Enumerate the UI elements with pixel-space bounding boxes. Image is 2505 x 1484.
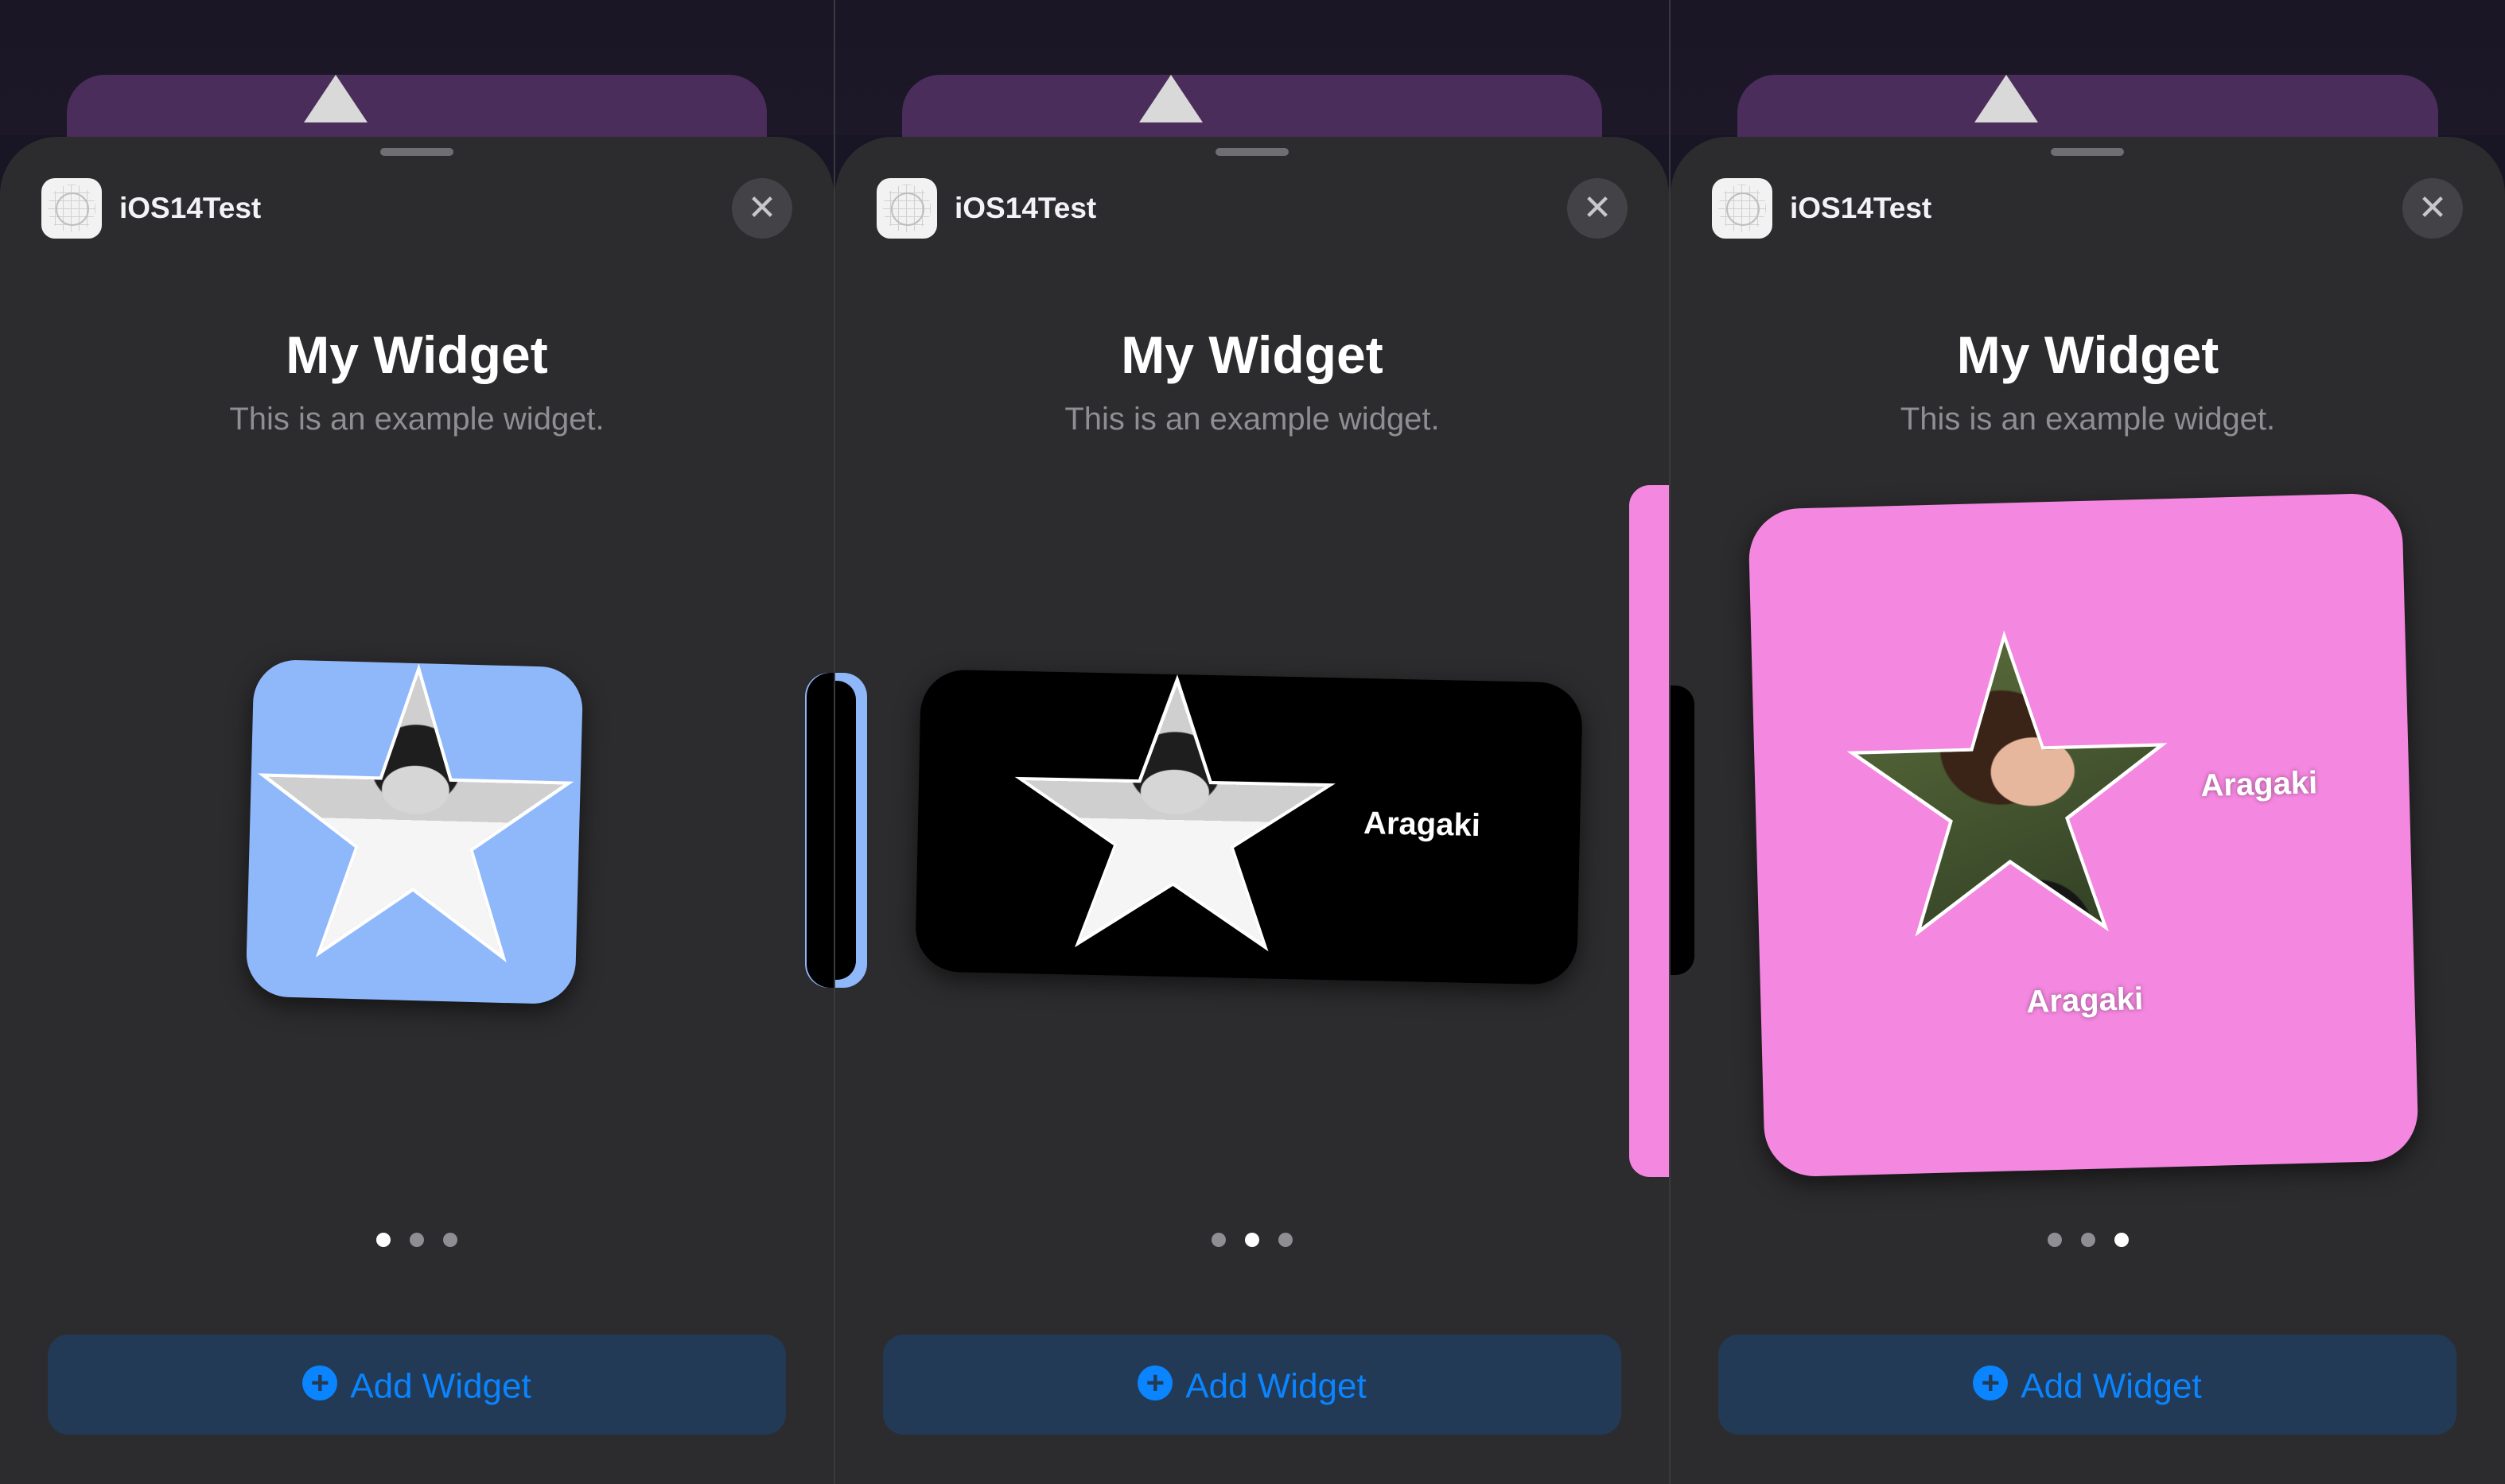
star-photo: [1849, 637, 2169, 957]
widget-title: My Widget: [1956, 325, 2219, 384]
page-dot-3[interactable]: [443, 1233, 457, 1247]
add-widget-label: Add Widget: [1185, 1366, 1367, 1406]
add-widget-label: Add Widget: [2021, 1366, 2202, 1406]
previous-widget-peek-black[interactable]: [835, 681, 856, 980]
page-dot-2[interactable]: [410, 1233, 424, 1247]
sheet-grabber[interactable]: [380, 148, 453, 156]
app-icon: [877, 178, 937, 239]
page-indicator[interactable]: [0, 1233, 834, 1251]
previous-widget-peek[interactable]: [1671, 686, 1694, 975]
close-button[interactable]: ✕: [1567, 178, 1628, 239]
close-icon: ✕: [1582, 188, 1612, 227]
widget-caption: Aragaki: [2025, 981, 2144, 1020]
close-button[interactable]: ✕: [2402, 178, 2463, 239]
screen-1: iOS14Test ✕ My Widget This is an example…: [0, 0, 834, 1484]
next-widget-peek-black[interactable]: [807, 673, 834, 988]
widget-description: This is an example widget.: [1900, 402, 2276, 437]
page-dot-3[interactable]: [2114, 1233, 2129, 1247]
widget-description: This is an example widget.: [1064, 402, 1440, 437]
page-indicator[interactable]: [1671, 1233, 2505, 1251]
app-icon: [1712, 178, 1772, 239]
app-name: iOS14Test: [1790, 192, 1932, 224]
widget-title: My Widget: [286, 325, 548, 384]
app-name: iOS14Test: [119, 192, 262, 224]
page-dot-1[interactable]: [1212, 1233, 1226, 1247]
page-dot-1[interactable]: [2047, 1233, 2062, 1247]
close-button[interactable]: ✕: [732, 178, 792, 239]
next-widget-peek[interactable]: [1629, 485, 1669, 1177]
add-widget-button[interactable]: + Add Widget: [1718, 1334, 2456, 1435]
add-widget-button[interactable]: + Add Widget: [883, 1334, 1621, 1435]
star-photo: [257, 670, 572, 982]
page-dot-2[interactable]: [1245, 1233, 1259, 1247]
screen-2: iOS14Test ✕ My Widget This is an example…: [835, 0, 1669, 1484]
background-star-peek: [304, 75, 368, 122]
plus-circle-icon: +: [1973, 1366, 2009, 1401]
add-widget-label: Add Widget: [350, 1366, 531, 1406]
add-widget-button[interactable]: + Add Widget: [48, 1334, 786, 1435]
plus-circle-icon: +: [1138, 1366, 1173, 1401]
close-icon: ✕: [747, 188, 777, 227]
background-star-peek: [1974, 75, 2038, 122]
sheet-grabber[interactable]: [1216, 148, 1289, 156]
widget-title: My Widget: [1121, 325, 1383, 384]
medium-widget-preview[interactable]: Aragaki: [915, 669, 1583, 985]
widget-label: Aragaki: [2200, 765, 2318, 804]
screen-3: iOS14Test ✕ My Widget This is an example…: [1671, 0, 2505, 1484]
app-name: iOS14Test: [955, 192, 1097, 224]
app-icon: [41, 178, 102, 239]
page-dot-3[interactable]: [1278, 1233, 1293, 1247]
large-widget-preview[interactable]: Aragaki Aragaki: [1748, 492, 2419, 1178]
widget-label: Aragaki: [1363, 806, 1481, 844]
sheet-grabber[interactable]: [2051, 148, 2124, 156]
page-dot-2[interactable]: [2080, 1233, 2095, 1247]
plus-circle-icon: +: [302, 1366, 338, 1401]
widget-description: This is an example widget.: [229, 402, 605, 437]
page-dot-1[interactable]: [376, 1233, 391, 1247]
background-star-peek: [1139, 75, 1203, 122]
widget-gallery-screens: iOS14Test ✕ My Widget This is an example…: [0, 0, 2505, 1484]
star-photo: [1015, 682, 1332, 969]
page-indicator[interactable]: [835, 1233, 1669, 1251]
close-icon: ✕: [2417, 188, 2448, 227]
small-widget-preview[interactable]: [245, 658, 584, 1005]
